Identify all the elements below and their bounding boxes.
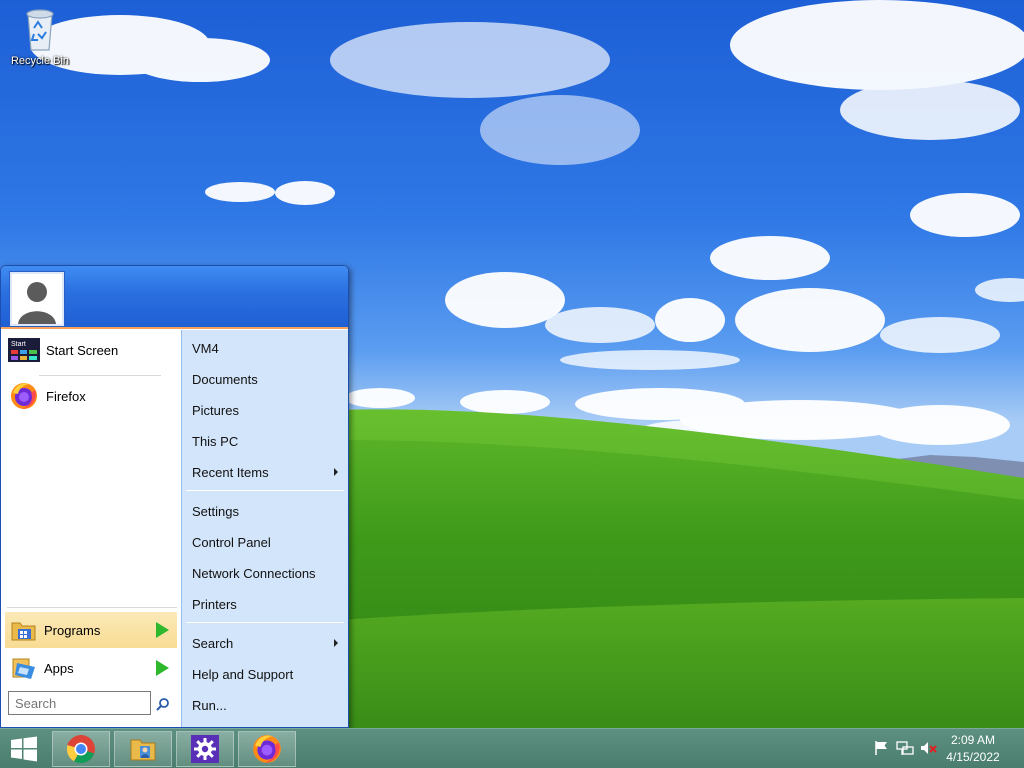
places-item-label: This PC [192, 433, 239, 449]
start-menu-left-pane: Start Start Screen Firefox Programs Apps… [1, 330, 181, 727]
start-menu: Start Start Screen Firefox Programs Apps… [0, 265, 349, 728]
places-separator [186, 490, 344, 491]
places-item-label: Documents [192, 371, 258, 387]
start-menu-header [1, 266, 348, 329]
places-item-label: Help and Support [192, 666, 294, 682]
pinned-item-firefox[interactable]: Firefox [5, 379, 177, 413]
places-item-label: Printers [192, 596, 237, 612]
submenu-arrow-icon [334, 639, 338, 647]
places-item-label: Pictures [192, 402, 239, 418]
programs-folder-icon [11, 617, 37, 643]
pinned-item-start-screen[interactable]: Start Start Screen [5, 333, 177, 367]
clock-date: 4/15/2022 [946, 750, 1000, 764]
places-item-label: Recent Items [192, 464, 269, 480]
places-item-vm4[interactable]: VM4 [182, 334, 348, 362]
nav-item-apps[interactable]: Apps [5, 650, 177, 686]
pinned-item-label: Start Screen [46, 342, 119, 358]
settings-gear-icon [191, 735, 219, 763]
places-item-this-pc[interactable]: This PC [182, 427, 348, 455]
places-item-pictures[interactable]: Pictures [182, 396, 348, 424]
expand-arrow-icon [156, 622, 169, 638]
windows-logo-icon [11, 736, 37, 762]
nav-item-programs[interactable]: Programs [5, 612, 177, 648]
firefox-icon [253, 735, 281, 763]
network-icon[interactable] [896, 739, 914, 757]
places-item-label: VM4 [192, 340, 219, 356]
places-item-label: Control Panel [192, 534, 271, 550]
start-search-input[interactable] [8, 691, 151, 715]
chrome-icon [66, 735, 95, 764]
taskbar-app-file-explorer[interactable] [114, 731, 172, 767]
start-screen-icon: Start [8, 334, 40, 366]
expand-arrow-icon [156, 660, 169, 676]
firefox-icon [8, 380, 40, 412]
clock-time: 2:09 AM [950, 733, 996, 747]
places-separator [186, 622, 344, 623]
taskbar-app-chrome[interactable] [52, 731, 110, 767]
nav-item-label: Programs [44, 622, 101, 638]
apps-icon [11, 655, 37, 681]
file-explorer-icon [130, 739, 156, 761]
places-item-network-connections[interactable]: Network Connections [182, 559, 348, 587]
places-item-settings[interactable]: Settings [182, 497, 348, 525]
flag-icon[interactable] [872, 739, 890, 757]
places-item-label: Search [192, 635, 234, 651]
places-item-search[interactable]: Search [182, 629, 348, 657]
places-item-documents[interactable]: Documents [182, 365, 348, 393]
desktop-icon-label: Recycle Bin [10, 55, 70, 67]
system-clock[interactable]: 2:09 AM 4/15/2022 [938, 732, 1008, 766]
nav-item-label: Apps [44, 660, 74, 676]
submenu-arrow-icon [334, 468, 338, 476]
nav-separator [7, 607, 177, 608]
places-item-recent-items[interactable]: Recent Items [182, 458, 348, 486]
desktop-icon-recycle-bin[interactable]: Recycle Bin [4, 4, 76, 67]
places-item-label: Network Connections [192, 565, 316, 581]
user-avatar-icon[interactable] [10, 272, 64, 326]
places-item-label: Run... [192, 697, 227, 713]
places-item-help-and-support[interactable]: Help and Support [182, 660, 348, 688]
places-item-label: Settings [192, 503, 239, 519]
volume-muted-icon[interactable] [920, 739, 938, 757]
pinned-separator [39, 375, 161, 376]
start-menu-right-pane: VM4 Documents Pictures This PC Recent It… [181, 330, 348, 727]
taskbar-app-settings[interactable] [176, 731, 234, 767]
taskbar-app-firefox[interactable] [238, 731, 296, 767]
recycle-bin-icon [20, 4, 60, 54]
start-button[interactable] [0, 729, 48, 768]
taskbar: 2:09 AM 4/15/2022 [0, 728, 1024, 768]
search-icon[interactable] [153, 694, 173, 714]
pinned-item-label: Firefox [46, 388, 86, 404]
places-item-printers[interactable]: Printers [182, 590, 348, 618]
places-item-control-panel[interactable]: Control Panel [182, 528, 348, 556]
places-item-run[interactable]: Run... [182, 691, 348, 719]
svg-text:Start: Start [11, 341, 26, 348]
